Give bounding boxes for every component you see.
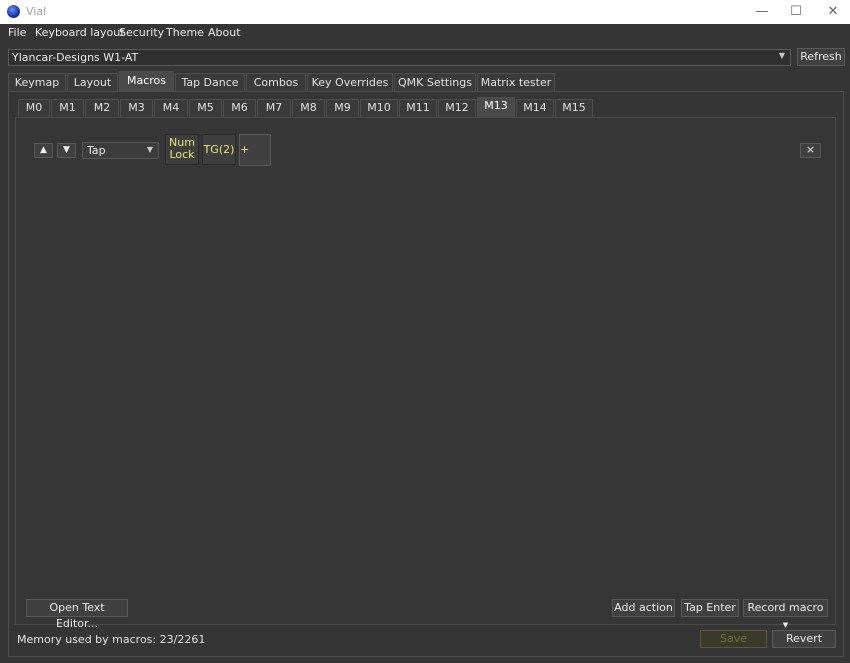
action-type-select[interactable]: Tap ▼ xyxy=(82,142,159,159)
arrow-down-icon: ▼ xyxy=(63,145,70,155)
record-macro-label: Record macro xyxy=(747,601,824,614)
device-select-value: Ylancar-Designs W1-AT xyxy=(12,51,139,64)
macro-tab-m5[interactable]: M5 xyxy=(189,99,222,117)
tab-qmk-settings[interactable]: QMK Settings xyxy=(394,73,476,92)
tab-key-overrides[interactable]: Key Overrides xyxy=(307,73,393,92)
close-window-icon[interactable]: ✕ xyxy=(816,0,850,24)
minimize-icon[interactable]: — xyxy=(745,0,779,24)
chevron-down-icon: ▼ xyxy=(782,621,789,629)
tab-keymap[interactable]: Keymap xyxy=(8,73,66,92)
key-tg-2[interactable]: TG(2) xyxy=(202,134,236,165)
tab-combos[interactable]: Combos xyxy=(246,73,306,92)
macro-tab-m13[interactable]: M13 xyxy=(477,97,515,117)
refresh-button[interactable]: Refresh xyxy=(797,48,845,66)
menu-file[interactable]: File xyxy=(8,24,26,44)
add-action-button[interactable]: Add action xyxy=(612,599,675,617)
macro-tab-m2[interactable]: M2 xyxy=(85,99,119,117)
macro-tab-m1[interactable]: M1 xyxy=(51,99,84,117)
macro-tab-m4[interactable]: M4 xyxy=(154,99,188,117)
move-down-button[interactable]: ▼ xyxy=(57,143,76,158)
macro-tab-m8[interactable]: M8 xyxy=(292,99,325,117)
macro-tab-m6[interactable]: M6 xyxy=(223,99,256,117)
key-num-lock[interactable]: Num Lock xyxy=(165,134,199,165)
macro-tab-m7[interactable]: M7 xyxy=(257,99,291,117)
tab-tap-dance[interactable]: Tap Dance xyxy=(175,73,245,92)
save-button[interactable]: Save xyxy=(700,630,767,648)
macro-tab-m12[interactable]: M12 xyxy=(438,99,476,117)
vial-app-icon xyxy=(7,5,20,18)
menu-theme[interactable]: Theme xyxy=(166,24,204,44)
open-text-editor-button[interactable]: Open Text Editor... xyxy=(26,599,128,630)
maximize-icon[interactable]: ☐ xyxy=(779,0,813,24)
macro-tab-m14[interactable]: M14 xyxy=(516,99,554,117)
macro-tab-m3[interactable]: M3 xyxy=(120,99,153,117)
device-select[interactable]: Ylancar-Designs W1-AT ▼ xyxy=(8,49,791,66)
close-icon: × xyxy=(805,143,816,156)
chevron-down-icon: ▼ xyxy=(778,51,785,60)
title-bar: Vial — ☐ ✕ xyxy=(0,0,850,24)
memory-usage-status: Memory used by macros: 23/2261 xyxy=(17,633,206,646)
move-up-button[interactable]: ▲ xyxy=(34,143,53,158)
revert-button[interactable]: Revert xyxy=(772,630,836,648)
add-key-button[interactable]: + xyxy=(239,134,271,166)
action-type-value: Tap xyxy=(87,144,106,157)
tap-enter-button[interactable]: Tap Enter xyxy=(681,599,739,617)
macro-tab-m0[interactable]: M0 xyxy=(18,99,50,117)
macro-tab-m10[interactable]: M10 xyxy=(360,99,398,117)
key-label-line2: Lock xyxy=(169,148,195,161)
window-title: Vial xyxy=(26,5,47,18)
menu-keyboard-layout[interactable]: Keyboard layout xyxy=(35,24,125,44)
menu-security[interactable]: Security xyxy=(119,24,164,44)
macro-tab-m11[interactable]: M11 xyxy=(399,99,437,117)
menu-bar: File Keyboard layout Security Theme Abou… xyxy=(0,24,850,44)
tab-layout[interactable]: Layout xyxy=(67,73,118,92)
record-macro-button[interactable]: Record macro ▼ xyxy=(743,599,828,629)
macro-editor-area xyxy=(15,117,836,625)
macro-tab-m15[interactable]: M15 xyxy=(555,99,593,117)
tab-macros[interactable]: Macros xyxy=(119,71,174,92)
chevron-down-icon: ▼ xyxy=(146,145,153,154)
menu-about[interactable]: About xyxy=(208,24,241,44)
arrow-up-icon: ▲ xyxy=(40,145,47,155)
tab-matrix-tester[interactable]: Matrix tester xyxy=(477,73,555,92)
remove-action-button[interactable]: × xyxy=(800,143,821,158)
macro-tab-m9[interactable]: M9 xyxy=(326,99,359,117)
